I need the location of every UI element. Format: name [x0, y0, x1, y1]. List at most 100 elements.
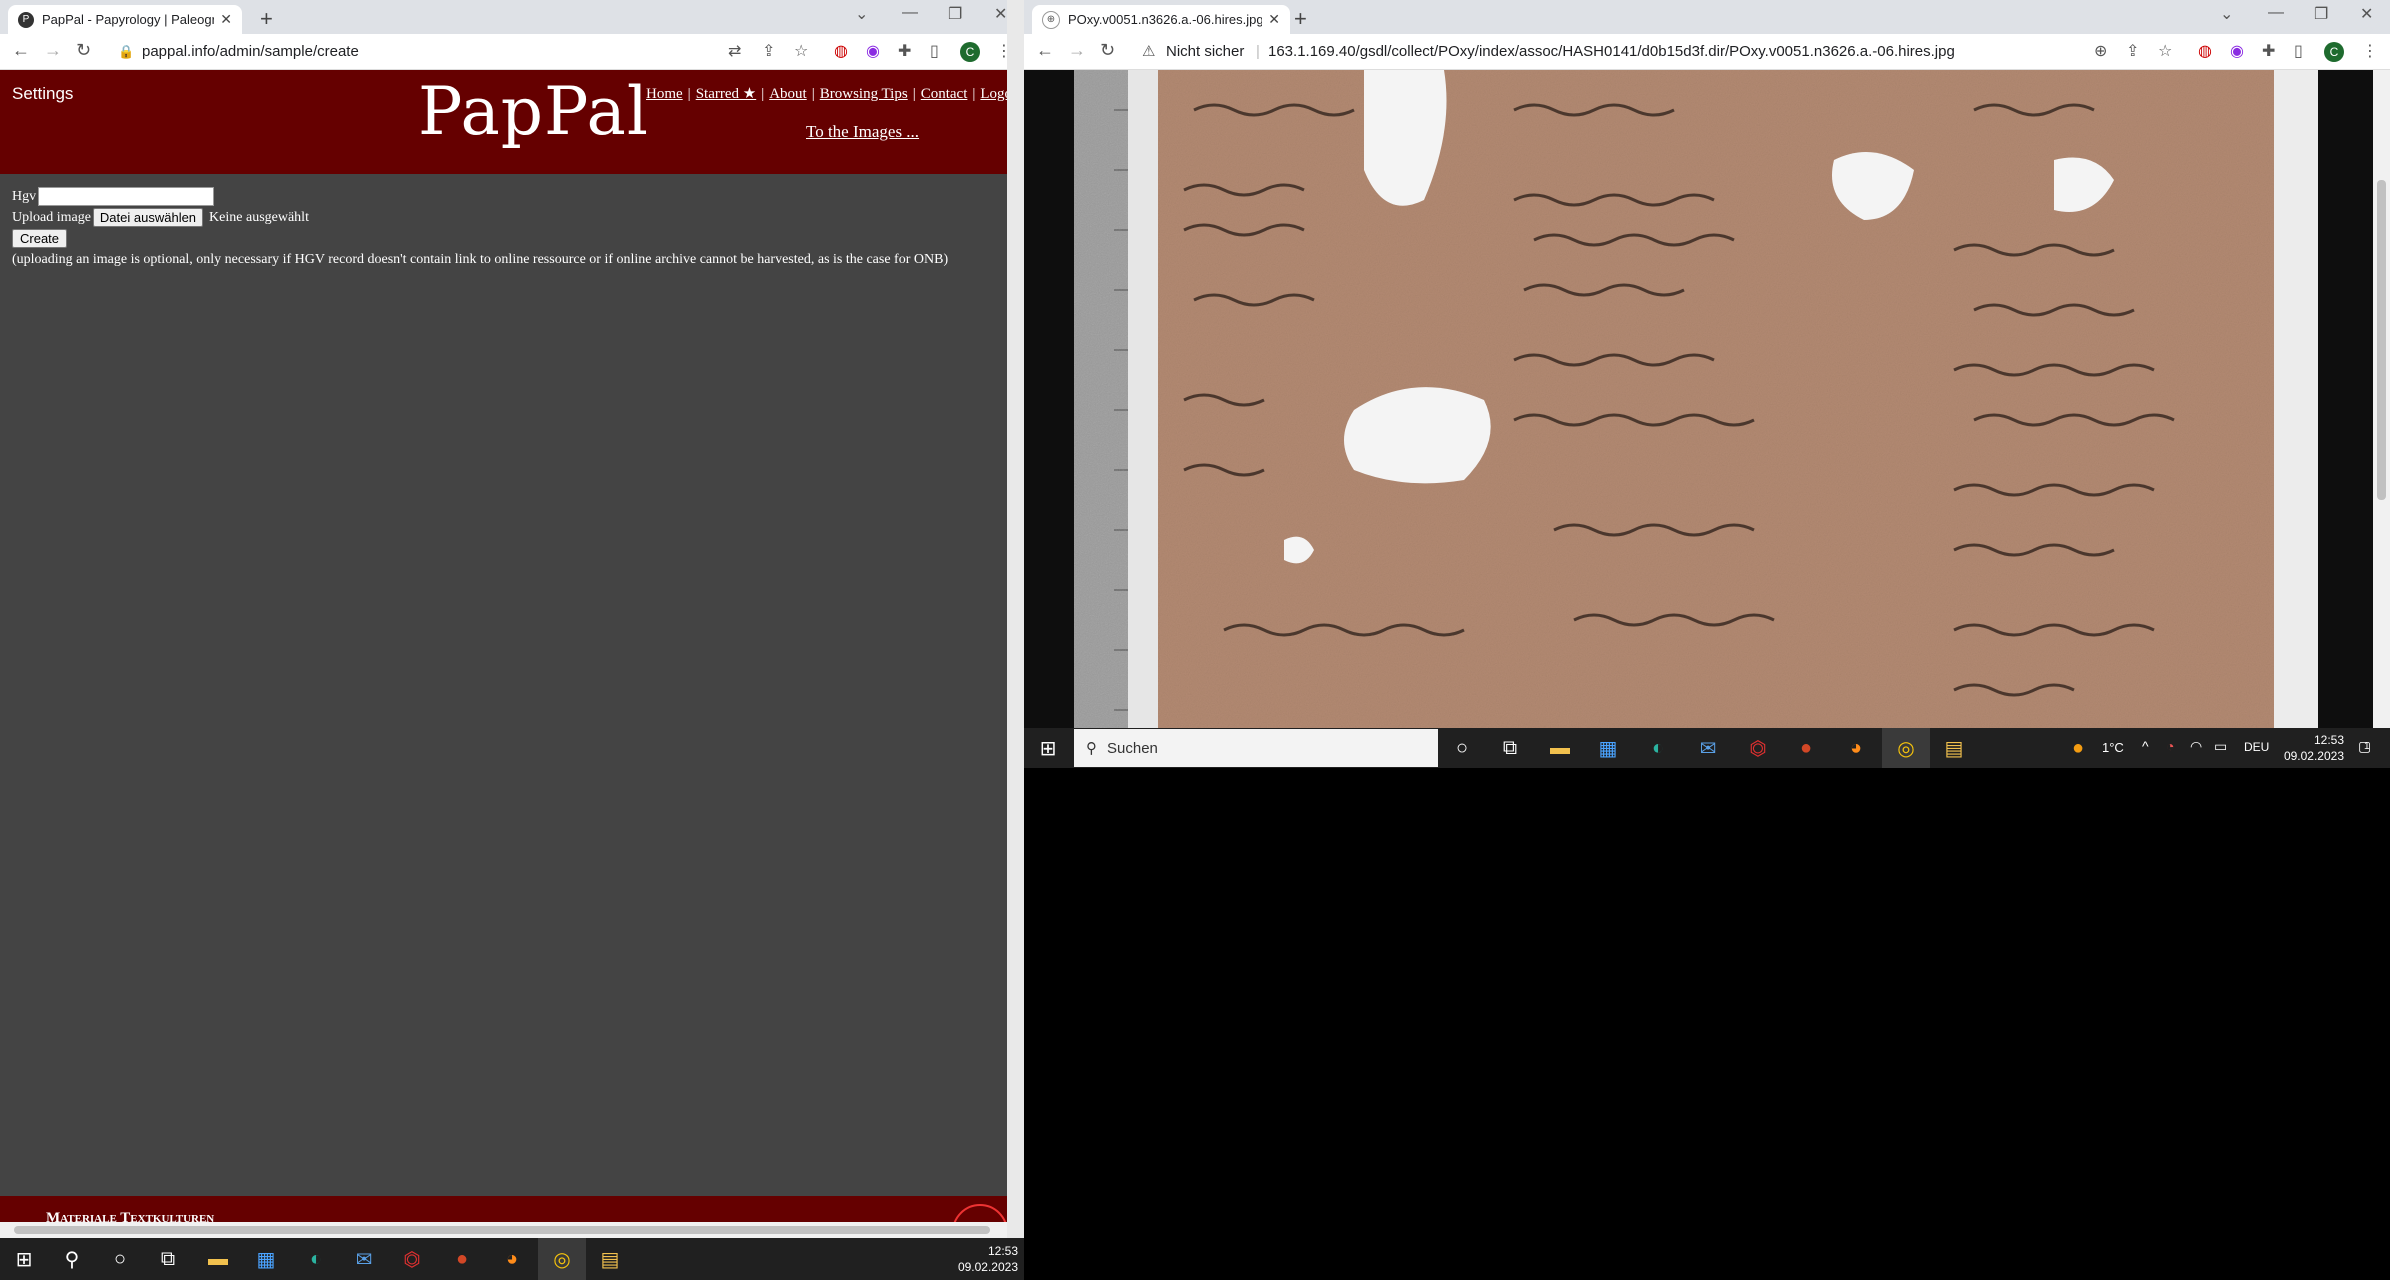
translate-icon[interactable]: ⇄	[728, 41, 741, 61]
forward-icon[interactable]: →	[44, 40, 62, 61]
file-manager-icon[interactable]: ▤	[586, 1238, 634, 1280]
weather-sun-icon[interactable]: ●	[2054, 728, 2102, 768]
file-explorer-icon[interactable]: ▬	[1536, 728, 1584, 768]
choose-file-button[interactable]: Datei auswählen	[92, 208, 204, 227]
lock-icon[interactable]: 🔒	[118, 44, 134, 60]
left-clock[interactable]: 12:53 09.02.2023	[958, 1243, 1018, 1275]
windows-start-icon[interactable]: ⊞	[0, 1238, 48, 1280]
new-tab-icon[interactable]: +	[260, 6, 273, 32]
mail-icon[interactable]: ✉	[1684, 728, 1732, 768]
right-active-tab[interactable]: ⊕ POxy.v0051.n3626.a.-06.hires.jpg ✕	[1032, 5, 1290, 34]
left-address-bar[interactable]: pappal.info/admin/sample/create	[142, 43, 359, 60]
settings-link[interactable]: Settings	[12, 84, 73, 104]
extension-purple-icon[interactable]: ◉	[866, 41, 880, 61]
extension-purple-icon[interactable]: ◉	[2230, 41, 2244, 61]
warning-icon[interactable]: ⚠	[1142, 42, 1155, 60]
tab-search-chevron-icon[interactable]: ⌄	[2220, 4, 2233, 24]
restore-icon[interactable]: ❐	[948, 4, 962, 24]
tab-search-chevron-icon[interactable]: ⌄	[855, 4, 868, 24]
not-secure-label[interactable]: Nicht sicher	[1166, 43, 1244, 60]
extensions-puzzle-icon[interactable]: ✚	[898, 41, 911, 61]
nav-about-link[interactable]: About	[769, 86, 807, 102]
hgv-input[interactable]	[38, 187, 215, 206]
left-taskbar: ⊞ ⚲ ○ ⧉ ▬ ▦ ◐ ✉ ⏣ ● ◕ ◎ ▤ 12:53 09.02.20…	[0, 1238, 1024, 1280]
task-view-icon[interactable]: ⧉	[1486, 728, 1534, 768]
left-toolbar: ← → ↻ 🔒 pappal.info/admin/sample/create …	[0, 34, 1024, 70]
chrome-icon[interactable]: ◎	[538, 1238, 586, 1280]
right-vscroll-thumb[interactable]	[2377, 180, 2386, 500]
left-tab-title: PapPal - Papyrology | Paleograph	[42, 12, 215, 27]
file-manager-icon[interactable]: ▤	[1930, 728, 1978, 768]
window-close-icon[interactable]: ✕	[2360, 4, 2373, 24]
create-button[interactable]: Create	[12, 229, 68, 248]
papyrus-image[interactable]	[1074, 70, 2346, 728]
right-taskbar: ⊞ ⚲ Suchen ○ ⧉ ▬ ▦ ◐ ✉ ⏣ ● ◕ ◎ ▤ ● 1°C ^…	[1024, 728, 2390, 768]
window-splitter[interactable]	[1007, 0, 1024, 1280]
back-icon[interactable]: ←	[12, 40, 30, 61]
forward-icon[interactable]: →	[1068, 40, 1086, 61]
menu-kebab-icon[interactable]: ⋮	[2362, 41, 2378, 61]
window-close-icon[interactable]: ✕	[994, 4, 1007, 24]
zoom-icon[interactable]: ⊕	[2094, 41, 2107, 61]
powerpoint-icon[interactable]: ●	[1782, 728, 1830, 768]
task-view-icon[interactable]: ⧉	[144, 1238, 192, 1280]
firefox-icon[interactable]: ◕	[488, 1238, 536, 1280]
mail-icon[interactable]: ✉	[340, 1238, 388, 1280]
nav-home-link[interactable]: Home	[646, 86, 683, 102]
to-the-images-link[interactable]: To the Images ...	[806, 122, 919, 142]
nav-starred-link[interactable]: Starred ★	[696, 86, 757, 102]
battery-icon[interactable]: ▭	[2214, 738, 2227, 755]
restore-icon[interactable]: ❐	[2314, 4, 2328, 24]
reload-icon[interactable]: ↻	[1100, 40, 1115, 61]
side-panel-icon[interactable]: ▯	[2294, 41, 2303, 61]
minimize-icon[interactable]: —	[902, 4, 918, 22]
right-vertical-scrollbar[interactable]	[2373, 70, 2390, 728]
chrome-icon[interactable]: ◎	[1882, 728, 1930, 768]
share-icon[interactable]: ⇪	[2126, 41, 2139, 61]
tray-security-icon[interactable]: ◔	[2166, 738, 2174, 754]
right-address-bar[interactable]: 163.1.169.40/gsdl/collect/POxy/index/ass…	[1256, 43, 1955, 60]
powerpoint-icon[interactable]: ●	[438, 1238, 486, 1280]
profile-avatar[interactable]: C	[2324, 42, 2344, 62]
extension-red-icon[interactable]: ◍	[2198, 41, 2212, 61]
tray-chevron-icon[interactable]: ^	[2142, 738, 2149, 754]
upload-note: (uploading an image is optional, only ne…	[12, 251, 949, 267]
acrobat-icon[interactable]: ⏣	[388, 1238, 436, 1280]
windows-start-icon[interactable]: ⊞	[1024, 728, 1072, 768]
file-explorer-icon[interactable]: ▬	[194, 1238, 242, 1280]
nav-browsing-tips-link[interactable]: Browsing Tips	[820, 86, 908, 102]
right-clock[interactable]: 12:53 09.02.2023	[2264, 732, 2344, 764]
pappal-logo[interactable]: PapPal	[418, 73, 649, 150]
bookmark-star-icon[interactable]: ☆	[2158, 41, 2172, 61]
search-icon[interactable]: ⚲	[48, 1238, 96, 1280]
close-tab-icon[interactable]: ✕	[220, 11, 232, 28]
store-icon[interactable]: ▦	[1584, 728, 1632, 768]
acrobat-icon[interactable]: ⏣	[1734, 728, 1782, 768]
nav-contact-link[interactable]: Contact	[921, 86, 968, 102]
cortana-icon[interactable]: ○	[1438, 728, 1486, 768]
edge-icon[interactable]: ◐	[292, 1238, 340, 1280]
left-hscroll-thumb[interactable]	[14, 1226, 990, 1234]
extensions-puzzle-icon[interactable]: ✚	[2262, 41, 2275, 61]
taskbar-search-box[interactable]: ⚲ Suchen	[1074, 729, 1438, 767]
edge-icon[interactable]: ◐	[1634, 728, 1682, 768]
profile-avatar[interactable]: C	[960, 42, 980, 62]
left-tab-strip: P PapPal - Papyrology | Paleograph ✕ + ⌄…	[0, 0, 1024, 34]
new-tab-icon[interactable]: +	[1294, 6, 1307, 32]
store-icon[interactable]: ▦	[242, 1238, 290, 1280]
cortana-icon[interactable]: ○	[96, 1238, 144, 1280]
left-horizontal-scrollbar[interactable]	[0, 1222, 1007, 1238]
back-icon[interactable]: ←	[1036, 40, 1054, 61]
firefox-icon[interactable]: ◕	[1832, 728, 1880, 768]
reload-icon[interactable]: ↻	[76, 40, 91, 61]
minimize-icon[interactable]: —	[2268, 4, 2284, 22]
bookmark-star-icon[interactable]: ☆	[794, 41, 808, 61]
close-tab-icon[interactable]: ✕	[1268, 11, 1280, 28]
weather-temp[interactable]: 1°C	[2102, 740, 2124, 755]
share-icon[interactable]: ⇪	[762, 41, 775, 61]
wifi-icon[interactable]: ◠	[2190, 738, 2202, 755]
side-panel-icon[interactable]: ▯	[930, 41, 939, 61]
extension-red-icon[interactable]: ◍	[834, 41, 848, 61]
create-sample-form: Hgv Upload image Datei auswählen Keine a…	[12, 186, 948, 270]
left-active-tab[interactable]: P PapPal - Papyrology | Paleograph ✕	[8, 5, 242, 34]
